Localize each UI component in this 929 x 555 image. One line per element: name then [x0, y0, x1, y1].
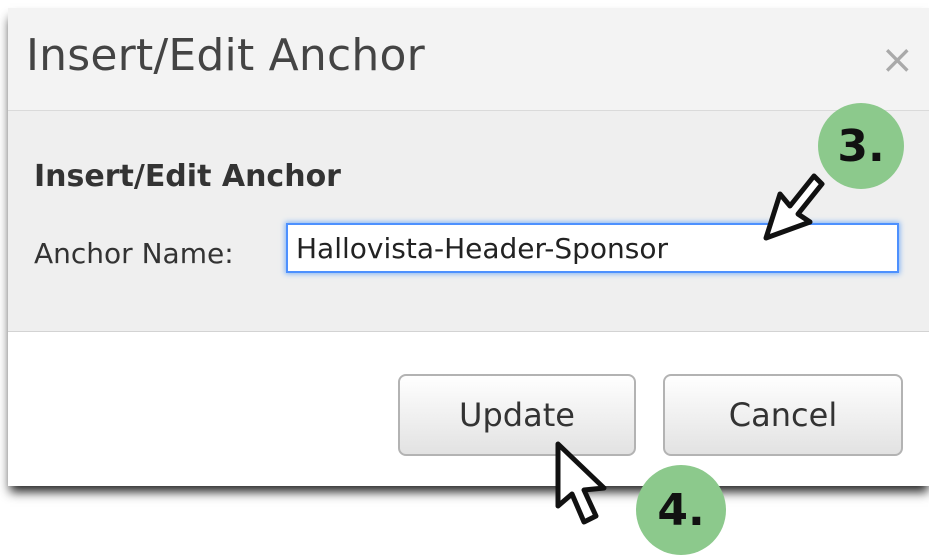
- cancel-button[interactable]: Cancel: [663, 374, 903, 456]
- dialog-title: Insert/Edit Anchor: [26, 30, 425, 81]
- anchor-name-label: Anchor Name:: [34, 237, 234, 270]
- mouse-pointer-icon: [555, 441, 607, 525]
- step-4-badge: 4.: [636, 465, 726, 555]
- close-icon[interactable]: ×: [880, 40, 914, 80]
- dialog-titlebar: Insert/Edit Anchor ×: [8, 8, 929, 111]
- section-heading: Insert/Edit Anchor: [34, 159, 341, 194]
- dialog-footer: Update Cancel: [8, 332, 929, 486]
- mouse-pointer-icon: [763, 173, 825, 241]
